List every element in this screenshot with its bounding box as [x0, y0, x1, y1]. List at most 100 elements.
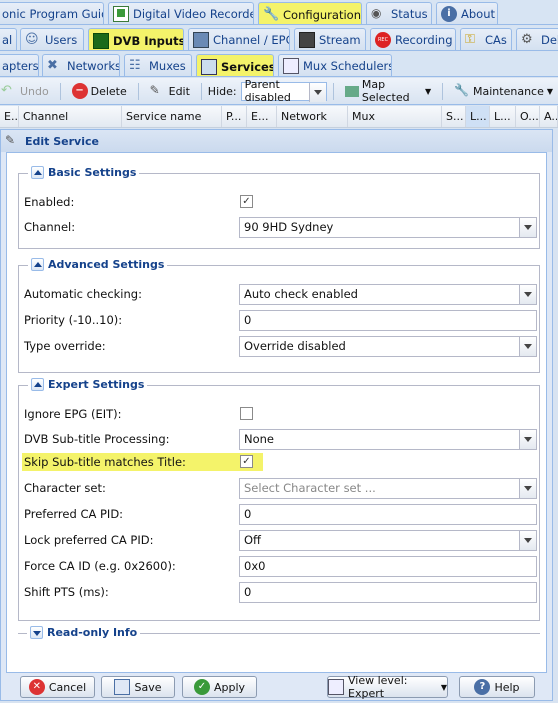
readonly-info-legend[interactable]: Read-only Info: [27, 626, 141, 639]
type-override-select[interactable]: Override disabled: [239, 335, 537, 357]
field-value: 0: [244, 313, 252, 327]
skip-subtitle-row: Skip Sub-title matches Title: ✓: [24, 451, 536, 473]
column-header[interactable]: E...: [0, 106, 19, 127]
toolbar-separator: [59, 82, 61, 100]
edit-button[interactable]: ✎ Edit: [145, 81, 195, 102]
apply-button[interactable]: ✓ Apply: [182, 676, 257, 698]
chevron-down-icon[interactable]: [519, 284, 536, 304]
chevron-down-icon[interactable]: [519, 217, 536, 237]
cancel-button[interactable]: ✕ Cancel: [20, 676, 95, 698]
maintenance-button[interactable]: 🔧 Maintenance ▼: [449, 81, 558, 102]
legend-label: Read-only Info: [47, 626, 138, 639]
basic-settings-legend[interactable]: Basic Settings: [28, 166, 140, 179]
collapse-icon[interactable]: [31, 166, 44, 179]
column-header[interactable]: P...: [222, 106, 247, 127]
collapse-icon[interactable]: [31, 258, 44, 271]
field-value: 90 9HD Sydney: [244, 220, 334, 234]
shift-pts-input[interactable]: 0: [239, 581, 537, 603]
tab-label: Configuration: [283, 7, 361, 22]
subtitle-processing-select[interactable]: None: [239, 428, 537, 450]
column-header[interactable]: Mux: [348, 106, 442, 127]
hide-select[interactable]: Parent disabled: [240, 78, 328, 104]
collapse-icon[interactable]: [31, 378, 44, 391]
column-header[interactable]: O...: [516, 106, 540, 127]
tab-adapters[interactable]: apters: [0, 54, 39, 76]
chevron-down-icon[interactable]: [519, 478, 536, 498]
tab-channel-epg[interactable]: Channel / EPG: [188, 28, 290, 50]
tab-general[interactable]: al: [0, 28, 17, 50]
advanced-settings-legend[interactable]: Advanced Settings: [28, 258, 168, 271]
view-level-button[interactable]: View level: Expert ▼: [327, 674, 448, 700]
dvb-icon: [93, 32, 109, 49]
help-button[interactable]: ? Help: [459, 676, 535, 698]
chevron-down-icon[interactable]: [519, 429, 536, 449]
column-header[interactable]: S...: [442, 106, 466, 127]
ignore-epg-checkbox[interactable]: [240, 407, 253, 420]
column-header[interactable]: L...: [490, 106, 516, 127]
toolbar-separator: [333, 82, 334, 100]
delete-button[interactable]: − Delete: [67, 81, 132, 102]
charset-select[interactable]: Select Character set ...: [239, 477, 537, 499]
field-value: Off: [244, 533, 261, 547]
tab-dvb-inputs[interactable]: DVB Inputs: [88, 28, 184, 50]
tab-stream[interactable]: Stream: [294, 28, 366, 50]
tab-program-guide[interactable]: onic Program Guide: [0, 2, 104, 24]
tab-label: Networks: [67, 59, 120, 73]
mux-icon: ☷: [129, 58, 141, 73]
tab-mux-schedulers[interactable]: Mux Schedulers: [278, 54, 392, 76]
column-header[interactable]: Channel: [19, 106, 122, 127]
advanced-settings-fieldset: Advanced Settings Automatic checking: Aut…: [18, 258, 540, 373]
column-header[interactable]: Network: [277, 106, 348, 127]
enabled-checkbox[interactable]: ✓: [240, 195, 253, 208]
tab-dvr[interactable]: Digital Video Recorder: [108, 2, 254, 24]
map-selected-button[interactable]: Map Selected ▼: [340, 78, 436, 104]
shift-pts-row: Shift PTS (ms): 0: [24, 581, 537, 603]
column-header[interactable]: L...: [466, 106, 490, 127]
tab-about[interactable]: i About: [436, 2, 498, 24]
priority-input[interactable]: 0: [239, 309, 537, 331]
stream-icon: [299, 32, 315, 48]
autocheck-select[interactable]: Auto check enabled: [239, 283, 537, 305]
toolbar-separator: [442, 82, 444, 100]
tab-recording[interactable]: REC Recording: [370, 28, 456, 50]
key-icon: ⚿: [465, 32, 475, 47]
field-label: Character set:: [24, 481, 106, 495]
ignore-epg-row: Ignore EPG (EIT):: [24, 403, 536, 425]
column-header[interactable]: Service name: [122, 106, 222, 127]
field-label: Preferred CA PID:: [24, 507, 124, 521]
field-placeholder: Select Character set ...: [244, 481, 376, 495]
edit-icon: ✎: [5, 133, 16, 147]
channel-select[interactable]: 90 9HD Sydney: [239, 216, 537, 238]
save-button[interactable]: Save: [101, 676, 175, 698]
tab-label: Muxes: [149, 59, 186, 73]
tab-debugging[interactable]: ⚙ Deb: [516, 28, 558, 50]
undo-button[interactable]: ↶ Undo: [0, 81, 54, 102]
column-header[interactable]: E...: [247, 106, 277, 127]
users-icon: ☺: [25, 32, 39, 47]
column-header[interactable]: A...: [540, 106, 558, 127]
dvb-tab-bar: apters ✖ Networks ☷ Muxes Services Mux Sch…: [0, 52, 558, 77]
chevron-down-icon[interactable]: [519, 336, 536, 356]
tab-networks[interactable]: ✖ Networks: [42, 54, 120, 76]
field-value: Auto check enabled: [244, 287, 358, 301]
tab-users[interactable]: ☺ Users: [20, 28, 84, 50]
edit-label: Edit: [168, 84, 190, 98]
skip-subtitle-checkbox[interactable]: ✓: [240, 455, 253, 468]
debug-icon: ⚙: [521, 32, 533, 47]
force-ca-input[interactable]: 0x0: [239, 555, 537, 577]
tab-configuration[interactable]: 🔧 Configuration: [258, 2, 362, 24]
lock-ca-select[interactable]: Off: [239, 529, 537, 551]
tab-muxes[interactable]: ☷ Muxes: [124, 54, 192, 76]
apply-label: Apply: [213, 680, 246, 694]
hide-label: Hide:: [207, 84, 237, 98]
dvr-icon: [113, 6, 129, 22]
tab-services[interactable]: Services: [196, 54, 274, 76]
dropdown-arrow-icon: ▼: [425, 86, 432, 96]
expand-icon[interactable]: [30, 626, 43, 639]
tab-cas[interactable]: ⚿ CAs: [460, 28, 512, 50]
config-tab-bar: al ☺ Users DVB Inputs Channel / EPG Strea…: [0, 26, 558, 51]
tab-status[interactable]: ◉ Status: [366, 2, 432, 24]
ca-pid-input[interactable]: 0: [239, 503, 537, 525]
expert-settings-legend[interactable]: Expert Settings: [28, 378, 148, 391]
chevron-down-icon[interactable]: [519, 530, 536, 550]
